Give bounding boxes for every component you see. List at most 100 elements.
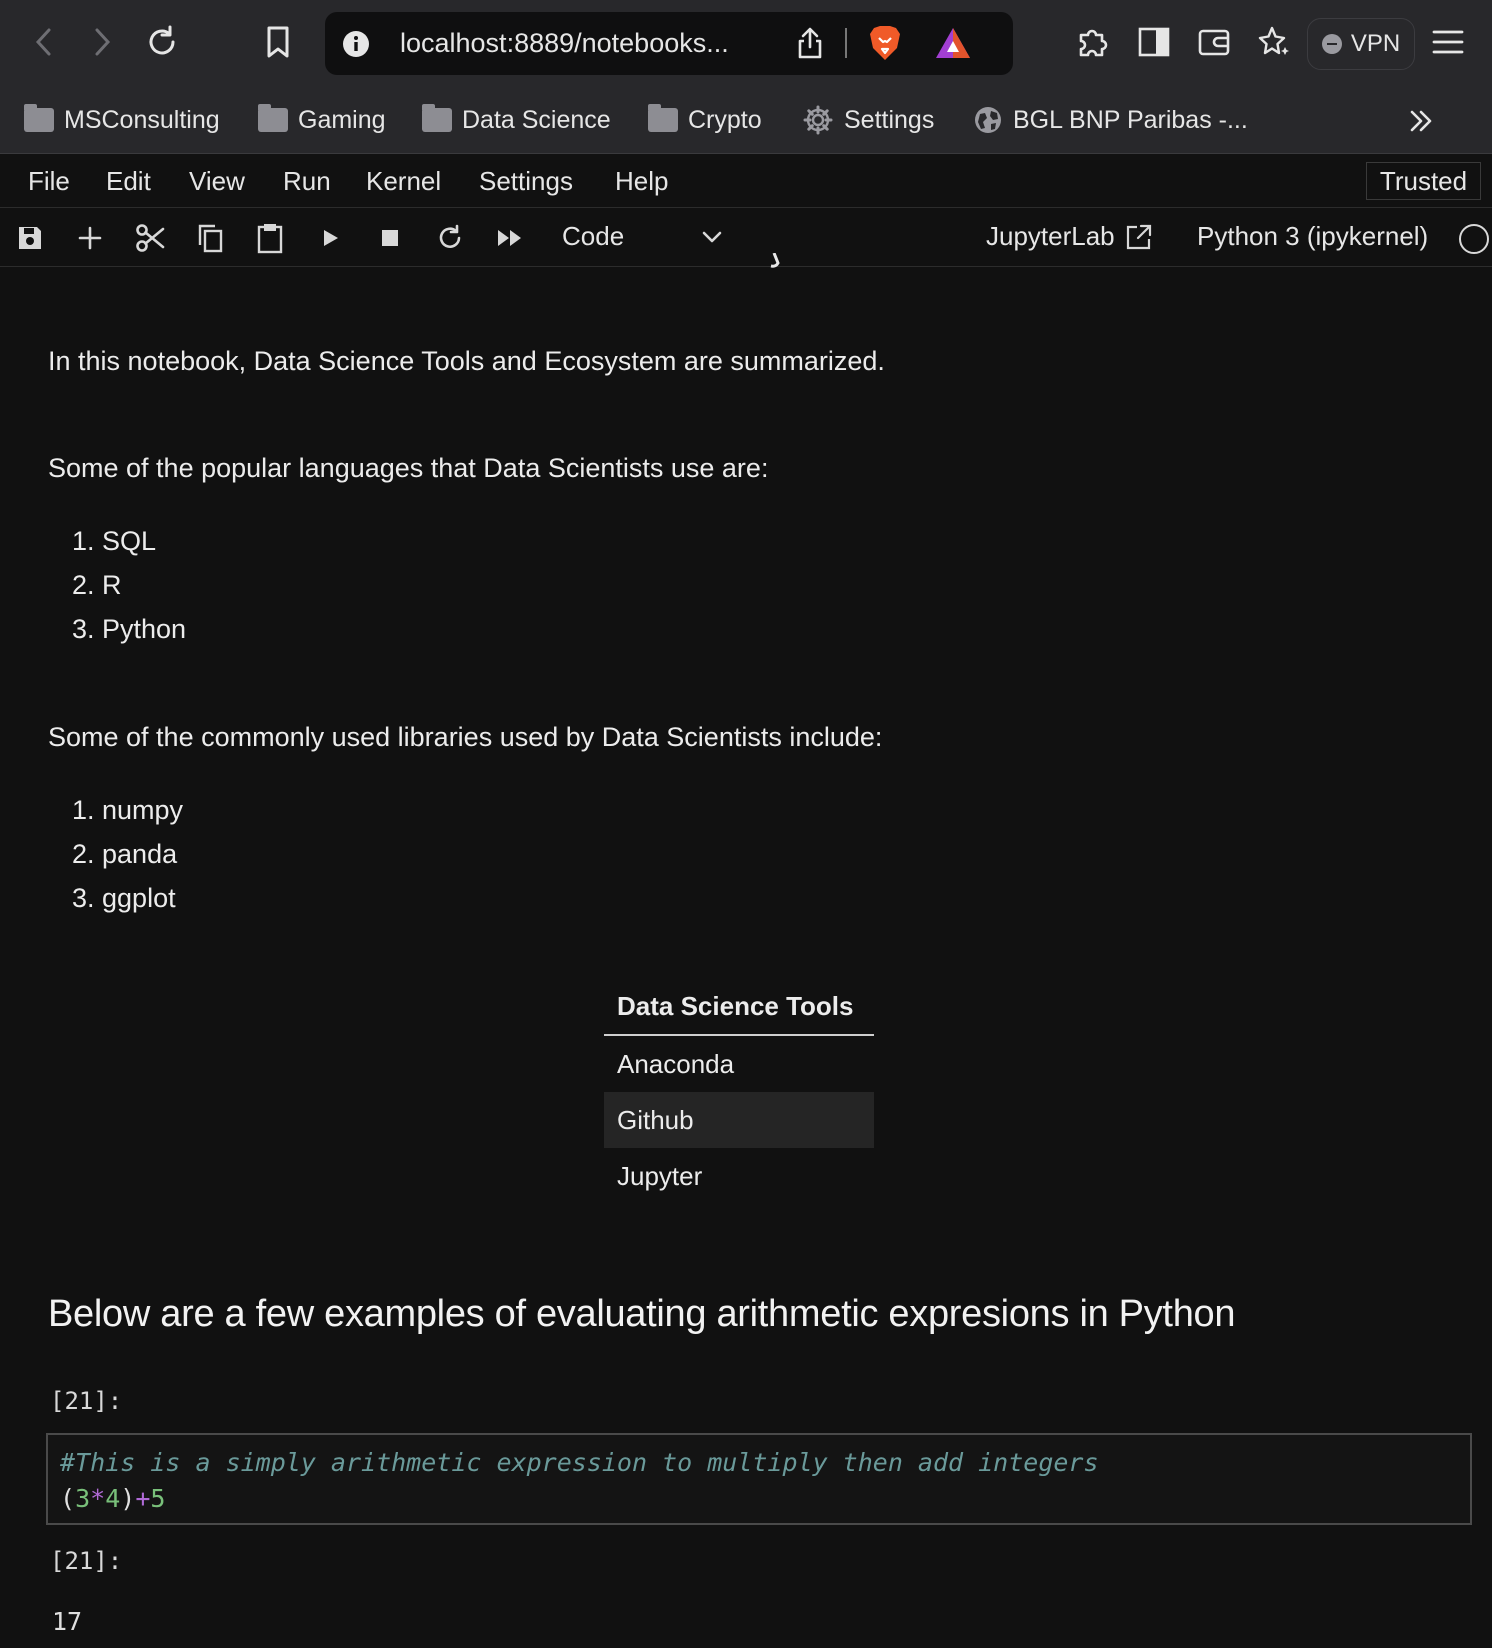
wallet-button[interactable]: [1194, 22, 1234, 62]
globe-icon: [975, 107, 1001, 133]
menu-settings[interactable]: Settings: [479, 166, 573, 197]
bookmark-icon: [267, 26, 289, 58]
chevron-right-icon: [95, 28, 111, 56]
leo-ai-button[interactable]: [1254, 22, 1294, 62]
code-cell-editor[interactable]: #This is a simply arithmetic expression …: [46, 1433, 1472, 1525]
brave-shields-button[interactable]: [868, 24, 902, 62]
share-button[interactable]: [795, 26, 825, 60]
data-science-tools-table: Data Science Tools Anaconda Github Jupyt…: [604, 979, 874, 1204]
list-item: 1. numpy: [72, 795, 184, 825]
bookmark-crypto[interactable]: Crypto: [648, 100, 762, 140]
list-item: 3. Python: [72, 614, 187, 644]
menu-file[interactable]: File: [28, 166, 70, 197]
brave-lion-icon: [870, 26, 900, 60]
wallet-icon: [1198, 29, 1230, 56]
bookmark-label: Data Science: [462, 105, 611, 134]
menu-run[interactable]: Run: [283, 166, 331, 197]
extensions-button[interactable]: [1073, 22, 1113, 62]
list-item: 2. R: [72, 570, 122, 600]
list-item: 3. ggplot: [72, 883, 176, 913]
cell-type-select[interactable]: Code: [562, 221, 624, 252]
bookmark-msconsulting[interactable]: MSConsulting: [24, 100, 220, 140]
url-divider: [845, 28, 847, 58]
clipped-heading-fragment: [754, 253, 794, 271]
table-header: Data Science Tools: [604, 979, 874, 1036]
gear-icon: [803, 105, 833, 135]
languages-intro: Some of the popular languages that Data …: [48, 453, 769, 483]
scissors-icon: [136, 224, 165, 252]
table-row: Anaconda: [617, 1048, 735, 1079]
save-button[interactable]: [13, 221, 47, 255]
reload-icon: [149, 25, 175, 55]
paste-cell-button[interactable]: [253, 221, 287, 255]
notebook-toolbar: Code JupyterLab Python 3 (ipykernel): [0, 208, 1492, 267]
vpn-button[interactable]: VPN: [1307, 18, 1415, 70]
back-button[interactable]: [24, 22, 64, 62]
bookmark-gaming[interactable]: Gaming: [258, 100, 386, 140]
save-icon: [19, 227, 41, 249]
intro-paragraph: In this notebook, Data Science Tools and…: [48, 346, 885, 376]
bookmark-bgl-bnp-paribas[interactable]: BGL BNP Paribas -...: [973, 100, 1248, 140]
interrupt-kernel-button[interactable]: [373, 221, 407, 255]
menu-help[interactable]: Help: [615, 166, 668, 197]
fast-forward-icon: [498, 230, 521, 246]
bookmarks-overflow-button[interactable]: [1404, 104, 1438, 138]
rewards-triangle-icon: [936, 28, 970, 58]
run-cell-button[interactable]: [313, 221, 347, 255]
stop-icon: [382, 230, 398, 246]
folder-icon: [648, 104, 678, 132]
chevron-left-icon: [35, 28, 51, 56]
copy-cell-button[interactable]: [193, 221, 227, 255]
browser-toolbar: localhost:8889/notebooks... VPN: [0, 0, 1492, 86]
main-menu-button[interactable]: [1428, 22, 1468, 62]
menu-view[interactable]: View: [189, 166, 245, 197]
forward-button[interactable]: [82, 22, 122, 62]
code-token: *: [90, 1484, 106, 1513]
output-prompt: [21]:: [50, 1547, 123, 1575]
menu-kernel[interactable]: Kernel: [366, 166, 441, 197]
bookmark-label: BGL BNP Paribas -...: [1013, 105, 1248, 134]
input-prompt: [21]:: [50, 1387, 123, 1415]
plus-icon: [78, 226, 102, 250]
url-text: localhost:8889/notebooks...: [400, 28, 729, 58]
code-expression: (3*4)+5: [60, 1481, 1458, 1517]
open-jupyterlab-link[interactable]: JupyterLab: [986, 221, 1153, 252]
folder-icon: [422, 104, 452, 132]
code-token: +: [135, 1484, 151, 1513]
cut-cell-button[interactable]: [133, 221, 167, 255]
external-link-icon: [1126, 224, 1151, 249]
code-token: 3: [75, 1484, 91, 1513]
restart-icon: [439, 224, 461, 248]
trusted-indicator[interactable]: Trusted: [1366, 162, 1481, 200]
bookmark-label: Crypto: [688, 105, 762, 134]
sidebar-icon: [1138, 27, 1170, 57]
kernel-name[interactable]: Python 3 (ipykernel): [1197, 221, 1428, 252]
chevron-down-icon[interactable]: [696, 220, 728, 254]
folder-icon: [24, 104, 54, 132]
menu-edit[interactable]: Edit: [106, 166, 151, 197]
cell-output: 17: [52, 1607, 83, 1636]
address-bar[interactable]: localhost:8889/notebooks...: [325, 12, 1013, 75]
bookmark-label: MSConsulting: [64, 105, 220, 134]
play-icon: [324, 230, 338, 246]
folder-icon: [258, 104, 288, 132]
hamburger-icon: [1432, 30, 1464, 54]
info-icon: [343, 31, 369, 57]
notebook-content: In this notebook, Data Science Tools and…: [0, 253, 1492, 1648]
insert-cell-button[interactable]: [73, 221, 107, 255]
jupyter-menu-bar: File Edit View Run Kernel Settings Help …: [0, 154, 1492, 208]
libraries-intro: Some of the commonly used libraries used…: [48, 722, 883, 752]
bookmark-data-science[interactable]: Data Science: [422, 100, 611, 140]
bookmark-page-button[interactable]: [258, 22, 298, 62]
brave-rewards-button[interactable]: [934, 26, 972, 60]
code-token: 5: [150, 1484, 166, 1513]
jupyterlab-label: JupyterLab: [986, 221, 1115, 251]
reload-button[interactable]: [142, 22, 182, 62]
sidebar-toggle-button[interactable]: [1134, 22, 1174, 62]
bookmark-settings[interactable]: Settings: [802, 100, 934, 140]
clipboard-icon: [257, 224, 283, 254]
bookmarks-bar: MSConsulting Gaming Data Science Crypto …: [0, 86, 1492, 154]
restart-kernel-button[interactable]: [433, 221, 467, 255]
restart-run-all-button[interactable]: [493, 221, 527, 255]
list-item: 1. SQL: [72, 526, 157, 556]
